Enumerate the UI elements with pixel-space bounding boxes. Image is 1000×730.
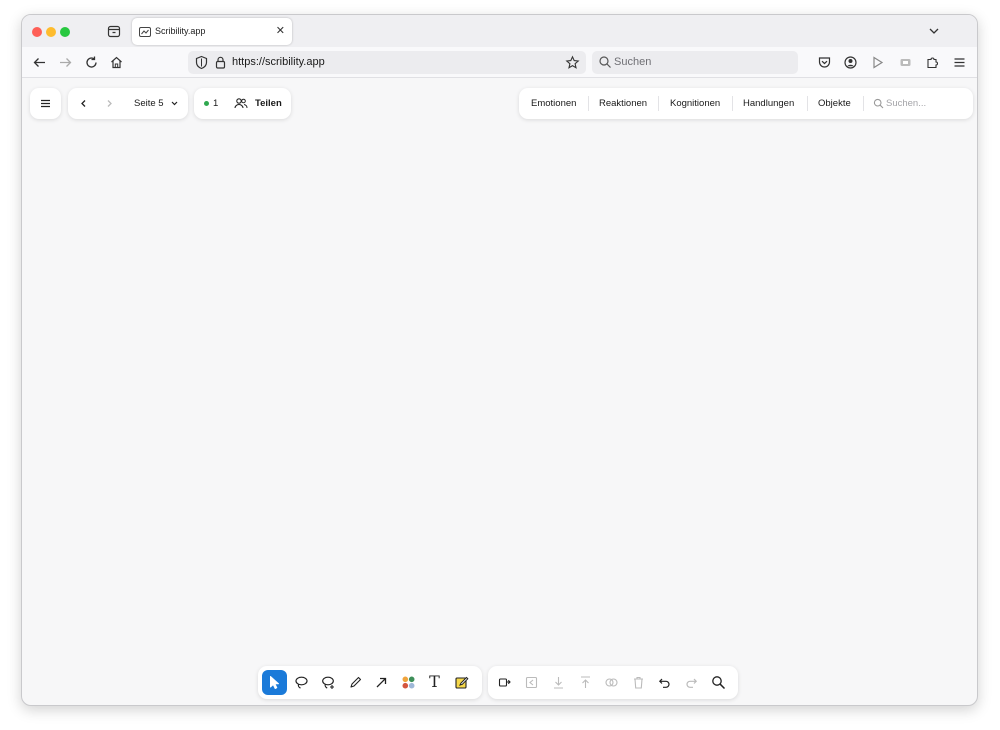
lasso-add-tool-button[interactable] xyxy=(316,670,341,695)
redo-button[interactable] xyxy=(679,670,704,695)
tab-title: Scribility.app xyxy=(155,26,206,36)
sticky-note-icon xyxy=(455,676,469,689)
delete-button[interactable] xyxy=(626,670,651,695)
drawing-canvas[interactable] xyxy=(22,78,977,705)
favicon-icon xyxy=(139,25,151,37)
lasso-tool-button[interactable] xyxy=(289,670,314,695)
zoom-icon xyxy=(712,676,726,690)
move-up-button[interactable] xyxy=(573,670,598,695)
account-icon[interactable] xyxy=(843,55,858,70)
share-button[interactable]: Teilen xyxy=(255,98,282,109)
category-kognitionen[interactable]: Kognitionen xyxy=(670,98,720,109)
back-icon[interactable] xyxy=(32,55,47,70)
bring-to-front-icon xyxy=(525,676,538,689)
previous-page-icon[interactable] xyxy=(78,98,89,109)
reader-extension-icon[interactable] xyxy=(898,55,913,70)
zoom-button[interactable] xyxy=(706,670,731,695)
drawing-toolbar: T xyxy=(258,666,482,699)
category-emotionen[interactable]: Emotionen xyxy=(531,98,576,109)
arrow-tool-button[interactable] xyxy=(369,670,394,695)
chevron-down-icon[interactable] xyxy=(927,24,941,38)
home-icon[interactable] xyxy=(109,55,124,70)
move-down-icon xyxy=(554,677,563,689)
category-search-input[interactable]: Suchen... xyxy=(886,98,926,109)
undo-button[interactable] xyxy=(652,670,677,695)
sticky-note-tool-button[interactable] xyxy=(449,670,474,695)
tab-strip: Scribility.app ✕ xyxy=(22,15,977,47)
category-handlungen[interactable]: Handlungen xyxy=(743,98,794,109)
move-up-icon xyxy=(581,676,590,688)
edit-toolbar xyxy=(488,666,738,699)
menu-icon xyxy=(41,99,50,108)
divider xyxy=(807,96,808,111)
category-reaktionen[interactable]: Reaktionen xyxy=(599,98,647,109)
pen-icon xyxy=(350,676,362,688)
group-button[interactable] xyxy=(599,670,624,695)
users-icon xyxy=(234,98,248,109)
text-icon: T xyxy=(429,672,440,691)
select-tool-button[interactable] xyxy=(262,670,287,695)
browser-tab[interactable]: Scribility.app ✕ xyxy=(132,18,292,45)
online-count: 1 xyxy=(213,98,219,109)
page-navigator: Seite 5 xyxy=(68,88,188,119)
browser-search-bar[interactable]: Suchen xyxy=(592,51,798,74)
bring-to-front-button[interactable] xyxy=(519,670,544,695)
divider xyxy=(588,96,589,111)
divider xyxy=(863,96,864,111)
close-window-button[interactable] xyxy=(32,27,42,37)
category-objekte[interactable]: Objekte xyxy=(818,98,851,109)
pocket-icon[interactable] xyxy=(817,55,832,70)
lock-icon[interactable] xyxy=(213,55,228,70)
redo-icon xyxy=(686,678,698,688)
pen-tool-button[interactable] xyxy=(343,670,368,695)
lasso-icon xyxy=(295,676,308,689)
duplicate-button[interactable] xyxy=(492,670,517,695)
url-text: https://scribility.app xyxy=(232,56,325,68)
browser-window: Scribility.app ✕ https://scribility.app … xyxy=(21,14,978,706)
search-placeholder: Suchen xyxy=(614,56,652,68)
online-status-dot xyxy=(204,101,209,106)
extension-icon[interactable] xyxy=(870,55,885,70)
forward-icon[interactable] xyxy=(58,55,73,70)
category-bar: Emotionen Reaktionen Kognitionen Handlun… xyxy=(519,88,973,119)
tab-list-icon[interactable] xyxy=(106,23,122,39)
minimize-window-button[interactable] xyxy=(46,27,56,37)
undo-icon xyxy=(658,678,670,688)
delete-icon xyxy=(634,676,643,689)
navigation-bar: https://scribility.app Suchen xyxy=(22,47,977,78)
text-tool-button[interactable]: T xyxy=(422,670,447,695)
hamburger-menu-icon[interactable] xyxy=(952,55,967,70)
color-tool-button[interactable] xyxy=(396,670,421,695)
divider xyxy=(732,96,733,111)
shield-icon[interactable] xyxy=(194,55,209,70)
search-icon xyxy=(873,98,884,109)
reload-icon[interactable] xyxy=(84,55,99,70)
move-down-button[interactable] xyxy=(546,670,571,695)
app-menu-button[interactable] xyxy=(30,88,61,119)
select-cursor-icon xyxy=(270,676,279,689)
divider xyxy=(658,96,659,111)
bookmark-star-icon[interactable] xyxy=(565,55,580,70)
lasso-add-icon xyxy=(322,676,334,689)
zoom-window-button[interactable] xyxy=(60,27,70,37)
chevron-down-icon[interactable] xyxy=(170,99,179,108)
share-group: 1 Teilen xyxy=(194,88,291,119)
extensions-puzzle-icon[interactable] xyxy=(925,55,940,70)
group-icon xyxy=(605,678,618,687)
next-page-icon[interactable] xyxy=(104,98,115,109)
url-bar[interactable]: https://scribility.app xyxy=(188,51,586,74)
search-icon xyxy=(598,55,613,70)
close-tab-icon[interactable]: ✕ xyxy=(276,24,285,38)
arrow-icon xyxy=(376,677,387,688)
duplicate-icon xyxy=(498,678,511,687)
page-selector[interactable]: Seite 5 xyxy=(134,98,164,109)
color-palette-icon xyxy=(402,676,415,689)
